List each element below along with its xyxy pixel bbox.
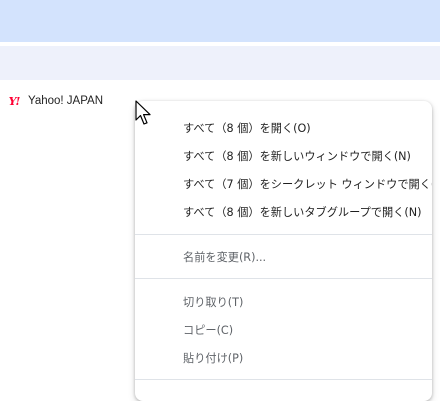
menu-item-open-all-new-window[interactable]: すべて（8 個）を新しいウィンドウで開く(N)	[135, 142, 432, 170]
menu-item-open-all[interactable]: すべて（8 個）を開く(O)	[135, 114, 432, 142]
menu-separator	[135, 379, 432, 380]
menu-item-open-all-incognito[interactable]: すべて（7 個）をシークレット ウィンドウで開く(I)	[135, 170, 432, 198]
menu-item-cut[interactable]: 切り取り(T)	[135, 288, 432, 316]
menu-item-copy[interactable]: コピー(C)	[135, 316, 432, 344]
yahoo-japan-favicon-icon: Y!	[8, 94, 21, 108]
menu-item-open-all-new-tab-group[interactable]: すべて（8 個）を新しいタブグループで開く(N)	[135, 198, 432, 226]
menu-separator	[135, 278, 432, 279]
bookmark-yahoo-japan[interactable]: Y! Yahoo! JAPAN	[6, 92, 103, 110]
bookmark-label: Yahoo! JAPAN	[28, 95, 104, 107]
menu-item-rename[interactable]: 名前を変更(R)...	[135, 243, 432, 271]
menu-item-paste[interactable]: 貼り付け(P)	[135, 344, 432, 372]
tab-strip	[0, 0, 440, 42]
bookmark-context-menu: すべて（8 個）を開く(O) すべて（8 個）を新しいウィンドウで開く(N) す…	[135, 101, 432, 401]
menu-separator	[135, 234, 432, 235]
address-toolbar	[0, 46, 440, 80]
mouse-pointer-icon	[135, 100, 151, 125]
